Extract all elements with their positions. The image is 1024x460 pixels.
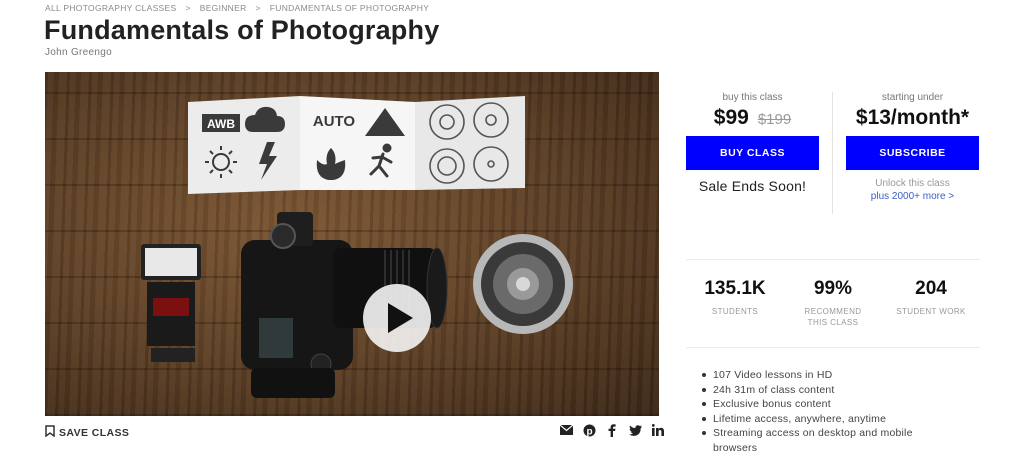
svg-text:AUTO: AUTO: [313, 113, 356, 130]
stat-label: STUDENT WORK: [896, 307, 966, 316]
breadcrumb: ALL PHOTOGRAPHY CLASSES > BEGINNER > FUN…: [45, 3, 429, 13]
buy-class-button[interactable]: BUY CLASS: [686, 136, 819, 170]
breadcrumb-current[interactable]: FUNDAMENTALS OF PHOTOGRAPHY: [270, 3, 429, 13]
breadcrumb-link-beginner[interactable]: BEGINNER: [200, 3, 247, 13]
buy-price: $99: [713, 106, 749, 129]
facebook-icon[interactable]: [605, 423, 619, 437]
sale-notice: Sale Ends Soon!: [698, 178, 807, 194]
divider: [686, 259, 980, 260]
page-title: Fundamentals of Photography: [44, 15, 440, 45]
stat-student-work: 204 STUDENT WORK: [882, 278, 980, 328]
panel-divider: [832, 92, 833, 214]
linkedin-icon[interactable]: [651, 423, 665, 437]
subscribe-button[interactable]: SUBSCRIBE: [846, 136, 979, 170]
twitter-icon[interactable]: [628, 423, 642, 437]
share-icons: p: [559, 423, 665, 437]
class-stats: 135.1K STUDENTS 99% RECOMMEND THIS CLASS…: [686, 278, 980, 328]
breadcrumb-separator: >: [185, 3, 191, 13]
subscribe-price: $13/month*: [855, 106, 970, 129]
bookmark-icon: [45, 425, 55, 440]
list-item: 24h 31m of class content: [700, 383, 950, 398]
video-thumbnail-image: AWB AUTO: [141, 96, 573, 398]
svg-text:p: p: [586, 426, 592, 437]
more-classes-link[interactable]: plus 2000+ more >: [846, 191, 979, 202]
divider: [686, 347, 980, 348]
buy-caption: buy this class: [722, 92, 783, 103]
stat-value: 204: [915, 278, 947, 299]
breadcrumb-separator: >: [255, 3, 261, 13]
instructor-name[interactable]: John Greengo: [45, 47, 112, 58]
subscribe-panel: starting under $13/month* SUBSCRIBE Unlo…: [846, 92, 979, 202]
stat-label: RECOMMEND THIS CLASS: [804, 307, 862, 327]
video-player[interactable]: AWB AUTO: [45, 72, 659, 416]
svg-text:AWB: AWB: [207, 117, 235, 131]
email-icon[interactable]: [559, 423, 573, 437]
stat-value: 135.1K: [704, 278, 766, 299]
stat-value: 99%: [813, 278, 853, 299]
save-class-label: SAVE CLASS: [59, 426, 130, 439]
list-item: 107 Video lessons in HD: [700, 368, 950, 383]
list-item: Lifetime access, anywhere, anytime: [700, 412, 950, 427]
subscribe-caption: starting under: [881, 92, 944, 103]
play-button[interactable]: [363, 284, 431, 352]
original-price: $199: [757, 111, 792, 128]
stat-recommend: 99% RECOMMEND THIS CLASS: [784, 278, 882, 328]
save-class-button[interactable]: SAVE CLASS: [45, 425, 129, 440]
breadcrumb-link-all-photography[interactable]: ALL PHOTOGRAPHY CLASSES: [45, 3, 176, 13]
unlock-text: Unlock this class: [875, 178, 950, 189]
feature-list: 107 Video lessons in HD 24h 31m of class…: [700, 368, 950, 455]
buy-panel: buy this class $99 $199 BUY CLASS Sale E…: [686, 92, 819, 194]
pinterest-icon[interactable]: p: [582, 423, 596, 437]
list-item: Exclusive bonus content: [700, 397, 950, 412]
stat-students: 135.1K STUDENTS: [686, 278, 784, 328]
list-item: Streaming access on desktop and mobile b…: [700, 426, 950, 455]
play-icon: [387, 303, 413, 333]
stat-label: STUDENTS: [711, 307, 759, 316]
